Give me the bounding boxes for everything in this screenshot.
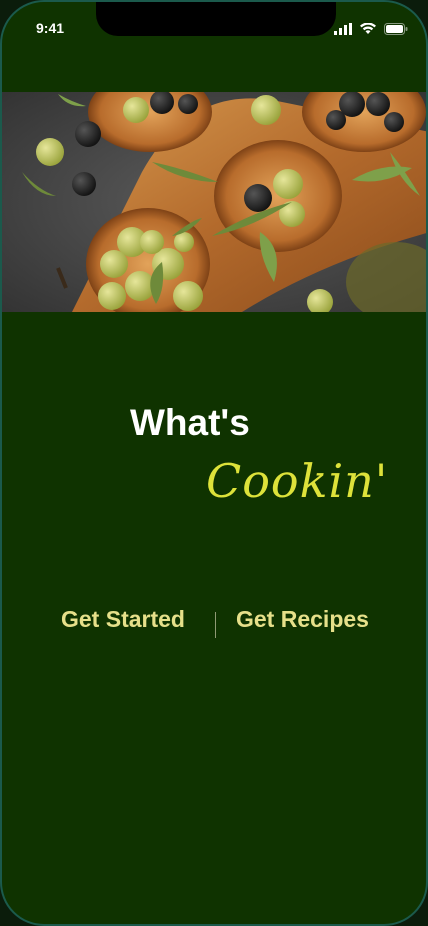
battery-icon xyxy=(384,20,408,39)
app-title-line2: Cookin' xyxy=(206,454,389,508)
notch xyxy=(96,2,336,36)
app-title-line1: What's xyxy=(130,402,250,443)
phone-frame: 9:41 What's Cookin' Get Started Get Reci… xyxy=(0,0,428,926)
wifi-icon xyxy=(360,20,376,39)
nav-divider xyxy=(215,612,216,638)
nav-links: Get Started Get Recipes xyxy=(2,606,426,646)
get-recipes-link[interactable]: Get Recipes xyxy=(236,606,369,633)
hero-image xyxy=(2,92,426,312)
status-time: 9:41 xyxy=(36,20,65,36)
signal-icon xyxy=(334,20,352,39)
get-started-link[interactable]: Get Started xyxy=(61,606,185,633)
status-icons xyxy=(334,20,408,39)
